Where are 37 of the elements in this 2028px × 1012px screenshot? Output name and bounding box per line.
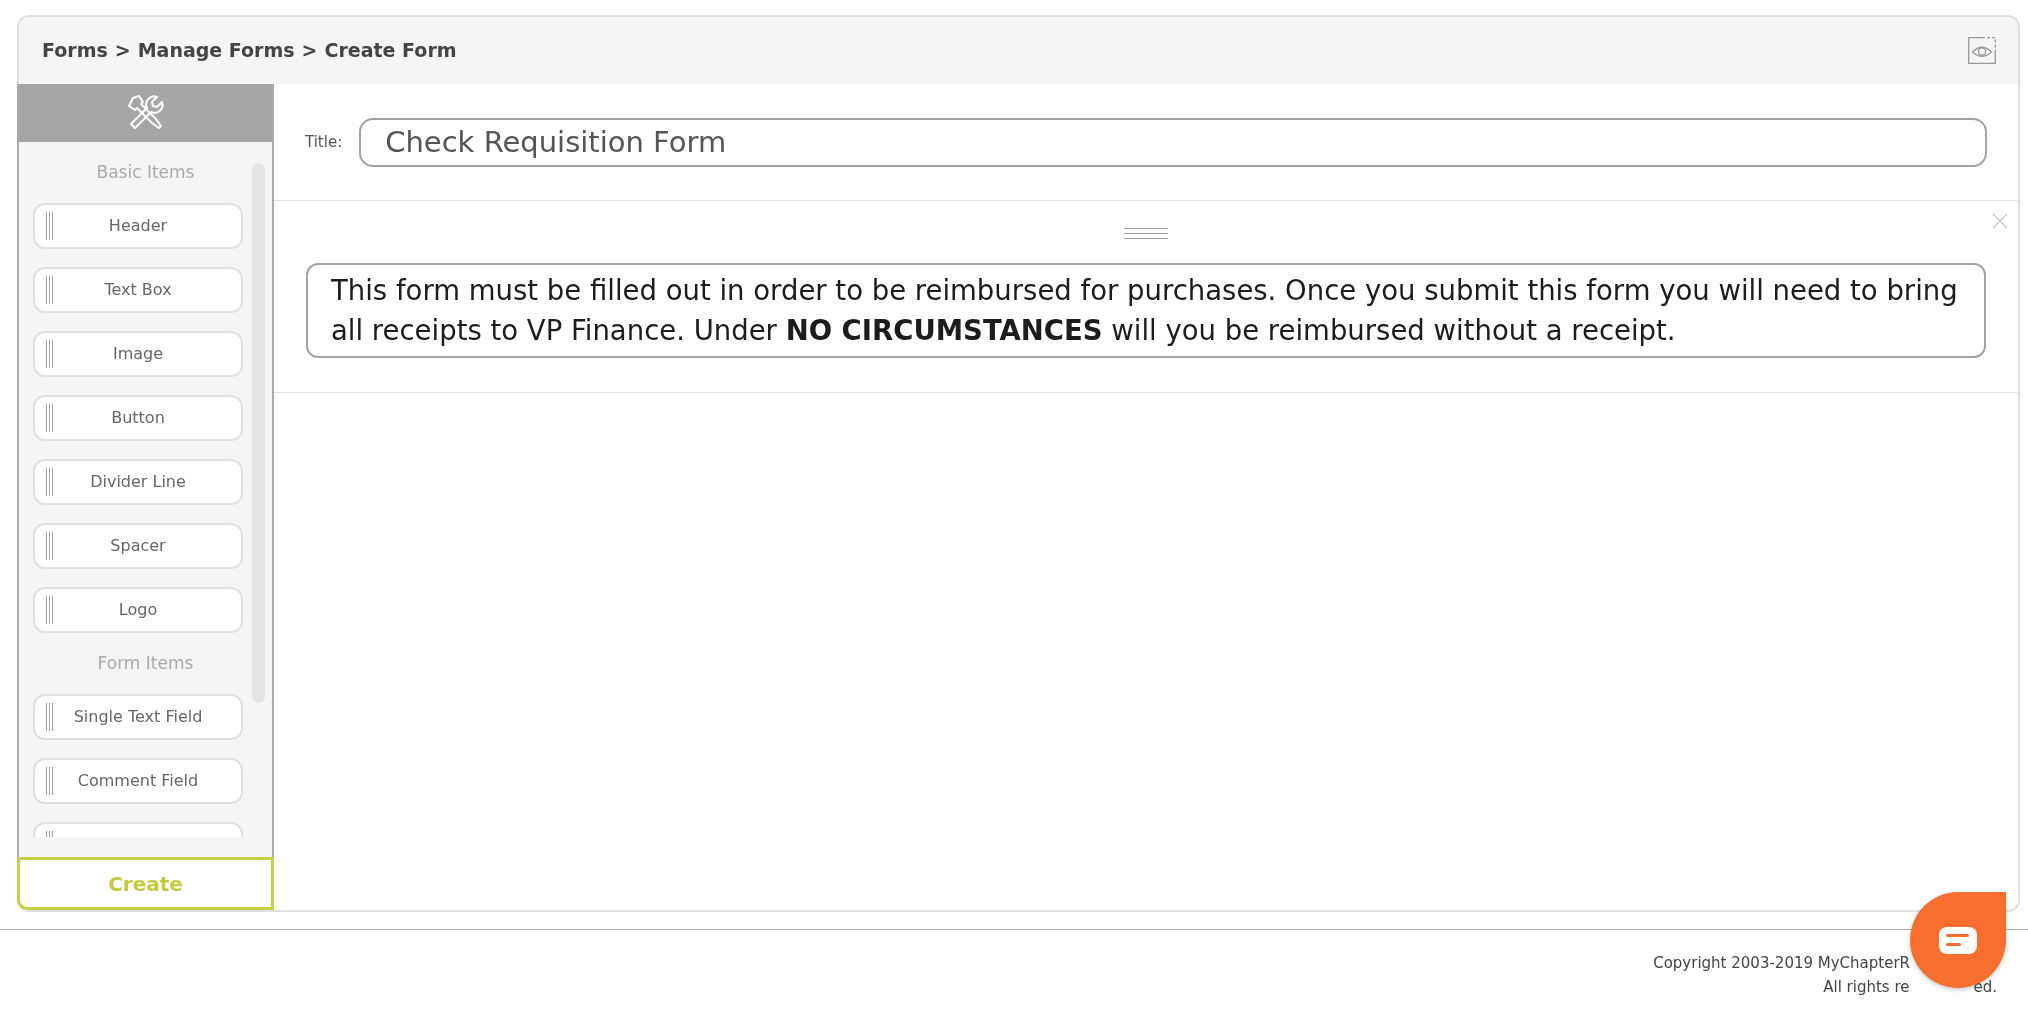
toolbox-item[interactable]: Text Box [33,267,243,313]
toolbox-item[interactable]: Divider Line [33,459,243,505]
drag-handle-icon[interactable] [46,212,54,240]
drag-handle-icon[interactable] [46,767,54,795]
toolbox-item[interactable]: Spacer [33,523,243,569]
section-heading: Basic Items [96,160,195,184]
drag-handle-icon[interactable] [46,596,54,624]
text-block[interactable]: This form must be filled out in order to be reimbursed for purchases. Once you submit this form you will need to bring all receipts to VP Finance. Under NO CIRCUMSTANCES will you be reimbursed without a receipt. [306,263,1986,358]
breadcrumb-link[interactable]: Create Form [324,36,457,65]
drag-handle-icon[interactable] [46,468,54,496]
footer-text: All rights re [1823,977,1910,998]
toolbox-item[interactable]: Image [33,331,243,377]
close-icon[interactable] [1992,213,2008,229]
breadcrumb-link[interactable]: Manage Forms [137,36,295,65]
toolbox-item[interactable]: Header [33,203,243,249]
breadcrumb-separator: > [114,38,131,64]
footer-text: ed. [1973,977,1997,998]
title-field[interactable]: Check Requisition Form [359,117,1987,167]
drag-handle-icon[interactable] [46,703,54,731]
section-heading: Form Items [97,651,194,675]
toolbox-item[interactable]: Logo [33,587,243,633]
breadcrumb-link[interactable]: Forms [42,36,108,65]
drag-handle-icon[interactable] [46,340,54,368]
drag-handle-icon[interactable] [46,831,54,837]
drag-handle-icon[interactable] [46,276,54,304]
toolbox-item[interactable]: Comment Field [33,758,243,804]
toolbox-item[interactable] [33,822,243,837]
drag-handle-icon[interactable] [1124,228,1168,239]
drag-handle-icon[interactable] [46,532,54,560]
toolbox-item[interactable]: Button [33,395,243,441]
chat-icon [1939,926,1977,954]
toolbox-item[interactable]: Single Text Field [33,694,243,740]
eye-icon[interactable] [1968,37,1996,64]
breadcrumb-separator: > [301,38,318,64]
title-label: Title: [305,131,343,153]
drag-handle-icon[interactable] [46,404,54,432]
footer-text: Copyright 2003-2019 MyChapterR [1653,953,1910,974]
